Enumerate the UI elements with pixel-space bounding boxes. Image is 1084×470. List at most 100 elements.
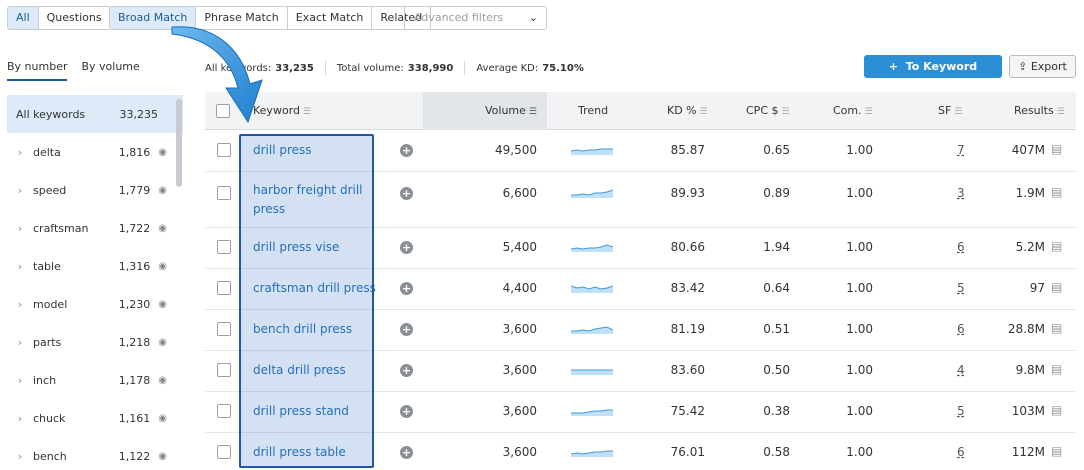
column-trend-label: Trend <box>578 104 609 117</box>
serp-features-link[interactable]: 6 <box>957 240 965 254</box>
trend-sparkline <box>571 189 613 198</box>
row-checkbox[interactable] <box>217 404 231 418</box>
group-item[interactable]: › speed 1,779 ◉ <box>7 171 183 209</box>
group-item[interactable]: › chuck 1,161 ◉ <box>7 399 183 437</box>
add-keyword-icon[interactable]: + <box>400 405 413 418</box>
add-keyword-icon[interactable]: + <box>400 241 413 254</box>
column-volume[interactable]: Volume ☰ <box>423 92 547 130</box>
com-value: 1.00 <box>846 363 873 377</box>
add-keyword-icon[interactable]: + <box>400 446 413 459</box>
eye-icon[interactable]: ◉ <box>158 261 167 272</box>
chevron-right-icon[interactable]: › <box>7 146 33 159</box>
eye-icon[interactable]: ◉ <box>158 451 167 462</box>
eye-icon[interactable]: ◉ <box>158 413 167 424</box>
eye-icon[interactable]: ◉ <box>158 185 167 196</box>
question-filter-group: All Questions <box>7 6 111 30</box>
group-label: model <box>33 297 68 311</box>
sort-icon: ☰ <box>699 107 708 117</box>
advanced-filters-dropdown[interactable]: Advanced filters ⌄ <box>404 6 547 30</box>
group-count: 1,122 <box>118 449 151 463</box>
serp-snapshot-icon[interactable]: ▤ <box>1051 362 1062 376</box>
group-item[interactable]: › craftsman 1,722 ◉ <box>7 209 183 247</box>
serp-features-link[interactable]: 6 <box>957 445 965 459</box>
serp-features-link[interactable]: 5 <box>957 281 965 295</box>
add-keyword-icon[interactable]: + <box>400 282 413 295</box>
row-checkbox[interactable] <box>217 322 231 336</box>
results-value: 5.2M <box>1015 240 1045 254</box>
chevron-right-icon[interactable]: › <box>7 222 33 235</box>
group-item[interactable]: › parts 1,218 ◉ <box>7 323 183 361</box>
volume-value: 4,400 <box>502 281 537 295</box>
serp-features-link[interactable]: 3 <box>957 186 965 200</box>
group-count: 1,178 <box>118 373 151 387</box>
table-header: Keyword ☰ Volume ☰ Trend KD % ☰ CPC $ ☰ Com.… <box>205 92 1076 130</box>
row-checkbox[interactable] <box>217 143 231 157</box>
serp-snapshot-icon[interactable]: ▤ <box>1051 444 1062 458</box>
serp-features-link[interactable]: 7 <box>957 143 965 157</box>
serp-snapshot-icon[interactable]: ▤ <box>1051 321 1062 335</box>
row-checkbox[interactable] <box>217 363 231 377</box>
divider <box>324 61 326 75</box>
serp-snapshot-icon[interactable]: ▤ <box>1051 280 1062 294</box>
group-item[interactable]: › inch 1,178 ◉ <box>7 361 183 399</box>
chevron-right-icon[interactable]: › <box>7 298 33 311</box>
filter-all-button[interactable]: All <box>8 7 39 29</box>
results-value: 28.8M <box>1007 322 1045 336</box>
results-value: 112M <box>1011 445 1045 459</box>
group-count: 1,779 <box>118 183 151 197</box>
average-kd-value: 75.10% <box>542 62 584 74</box>
add-keyword-icon[interactable]: + <box>400 187 413 200</box>
filter-questions-button[interactable]: Questions <box>38 7 110 29</box>
com-value: 1.00 <box>846 404 873 418</box>
row-checkbox[interactable] <box>217 281 231 295</box>
row-checkbox[interactable] <box>217 445 231 459</box>
chevron-right-icon[interactable]: › <box>7 374 33 387</box>
eye-icon[interactable]: ◉ <box>158 147 167 158</box>
serp-snapshot-icon[interactable]: ▤ <box>1051 239 1062 253</box>
eye-icon[interactable]: ◉ <box>158 223 167 234</box>
group-item[interactable]: › table 1,316 ◉ <box>7 247 183 285</box>
exact-match-button[interactable]: Exact Match <box>287 7 373 29</box>
add-keyword-icon[interactable]: + <box>400 323 413 336</box>
eye-icon[interactable]: ◉ <box>158 299 167 310</box>
tab-by-number[interactable]: By number <box>7 60 68 81</box>
row-checkbox[interactable] <box>217 240 231 254</box>
chevron-right-icon[interactable]: › <box>7 450 33 463</box>
column-com-label: Com. <box>833 104 862 117</box>
export-button[interactable]: ⇪ Export <box>1009 55 1076 78</box>
eye-icon[interactable]: ◉ <box>158 337 167 348</box>
group-item[interactable]: › bench 1,122 ◉ <box>7 437 183 470</box>
serp-features-link[interactable]: 6 <box>957 322 965 336</box>
tab-by-volume[interactable]: By volume <box>81 60 139 81</box>
serp-features-link[interactable]: 4 <box>957 363 965 377</box>
eye-icon[interactable]: ◉ <box>158 375 167 386</box>
average-kd-label: Average KD: <box>476 62 539 74</box>
serp-snapshot-icon[interactable]: ▤ <box>1051 142 1062 156</box>
serp-snapshot-icon[interactable]: ▤ <box>1051 403 1062 417</box>
column-results[interactable]: Results ☰ <box>1014 92 1065 130</box>
chevron-right-icon[interactable]: › <box>7 260 33 273</box>
serp-features-link[interactable]: 5 <box>957 404 965 418</box>
column-cpc[interactable]: CPC $ ☰ <box>746 92 790 130</box>
row-checkbox[interactable] <box>217 186 231 200</box>
group-count: 1,722 <box>118 221 151 235</box>
add-keyword-icon[interactable]: + <box>400 364 413 377</box>
group-item[interactable]: › model 1,230 ◉ <box>7 285 183 323</box>
column-sf[interactable]: SF ☰ <box>938 92 962 130</box>
group-item[interactable]: › delta 1,816 ◉ <box>7 133 183 171</box>
results-value: 1.9M <box>1015 186 1045 200</box>
group-all-keywords[interactable]: All keywords 33,235 <box>7 95 183 133</box>
add-keyword-icon[interactable]: + <box>400 144 413 157</box>
com-value: 1.00 <box>846 281 873 295</box>
chevron-down-icon: ⌄ <box>528 11 538 24</box>
column-kd[interactable]: KD % ☰ <box>667 92 708 130</box>
to-keyword-manager-button[interactable]: + To Keyword Manager <box>864 55 1002 96</box>
chevron-right-icon[interactable]: › <box>7 412 33 425</box>
results-value: 97 <box>1029 281 1045 295</box>
results-value: 9.8M <box>1015 363 1045 377</box>
sort-icon: ☰ <box>954 107 963 117</box>
column-com[interactable]: Com. ☰ <box>833 92 873 130</box>
serp-snapshot-icon[interactable]: ▤ <box>1051 185 1062 199</box>
chevron-right-icon[interactable]: › <box>7 336 33 349</box>
chevron-right-icon[interactable]: › <box>7 184 33 197</box>
